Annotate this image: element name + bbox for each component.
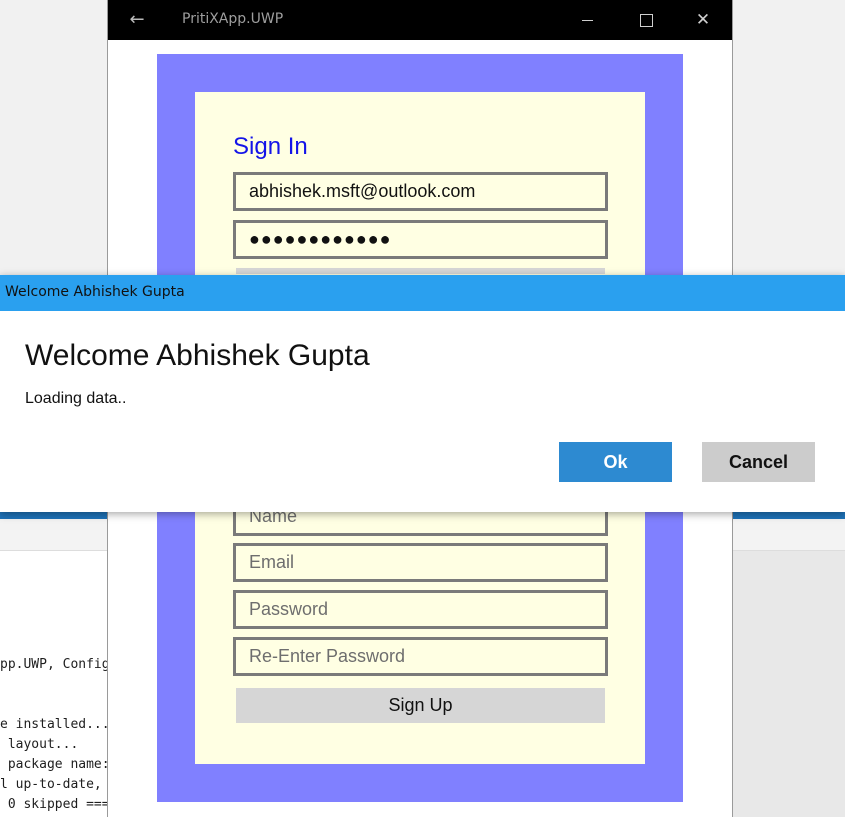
window-titlebar: ← PritiXApp.UWP ✕ bbox=[108, 0, 732, 40]
dialog-titlebar[interactable]: Welcome Abhishek Gupta bbox=[0, 275, 845, 311]
dialog-message: Loading data.. bbox=[25, 390, 127, 407]
signin-button[interactable] bbox=[236, 268, 605, 274]
console-line: package name: bbox=[0, 757, 107, 772]
background-panel-right bbox=[733, 551, 845, 817]
signup-button[interactable]: Sign Up bbox=[236, 688, 605, 723]
back-arrow-icon[interactable]: ← bbox=[126, 9, 148, 31]
minimize-icon[interactable] bbox=[576, 10, 598, 30]
signin-password-field[interactable]: ●●●●●●●●●●●● bbox=[233, 220, 608, 259]
signin-title: Sign In bbox=[233, 133, 308, 160]
background-window-left bbox=[0, 0, 107, 272]
maximize-icon[interactable] bbox=[634, 10, 656, 30]
dialog-window-title: Welcome Abhishek Gupta bbox=[5, 284, 185, 300]
cancel-button[interactable]: Cancel bbox=[702, 442, 815, 482]
window-title: PritiXApp.UWP bbox=[182, 11, 284, 27]
console-line: e installed... bbox=[0, 717, 107, 732]
console-line: pp.UWP, Config bbox=[0, 657, 107, 672]
dialog-heading: Welcome Abhishek Gupta bbox=[25, 339, 370, 372]
ok-button[interactable]: Ok bbox=[559, 442, 672, 482]
close-icon[interactable]: ✕ bbox=[692, 10, 714, 30]
welcome-dialog: Welcome Abhishek Gupta Welcome Abhishek … bbox=[0, 275, 845, 512]
signup-password-field[interactable]: Password bbox=[233, 590, 608, 629]
output-console: pp.UWP, Config e installed... layout... … bbox=[0, 551, 107, 817]
signup-reenter-password-field[interactable]: Re-Enter Password bbox=[233, 637, 608, 676]
signin-email-field[interactable]: abhishek.msft@outlook.com bbox=[233, 172, 608, 211]
console-line: layout... bbox=[0, 737, 79, 752]
console-line: l up-to-date, bbox=[0, 777, 102, 792]
console-line: 0 skipped === bbox=[0, 797, 107, 812]
signup-email-field[interactable]: Email bbox=[233, 543, 608, 582]
background-window-right bbox=[733, 0, 845, 272]
